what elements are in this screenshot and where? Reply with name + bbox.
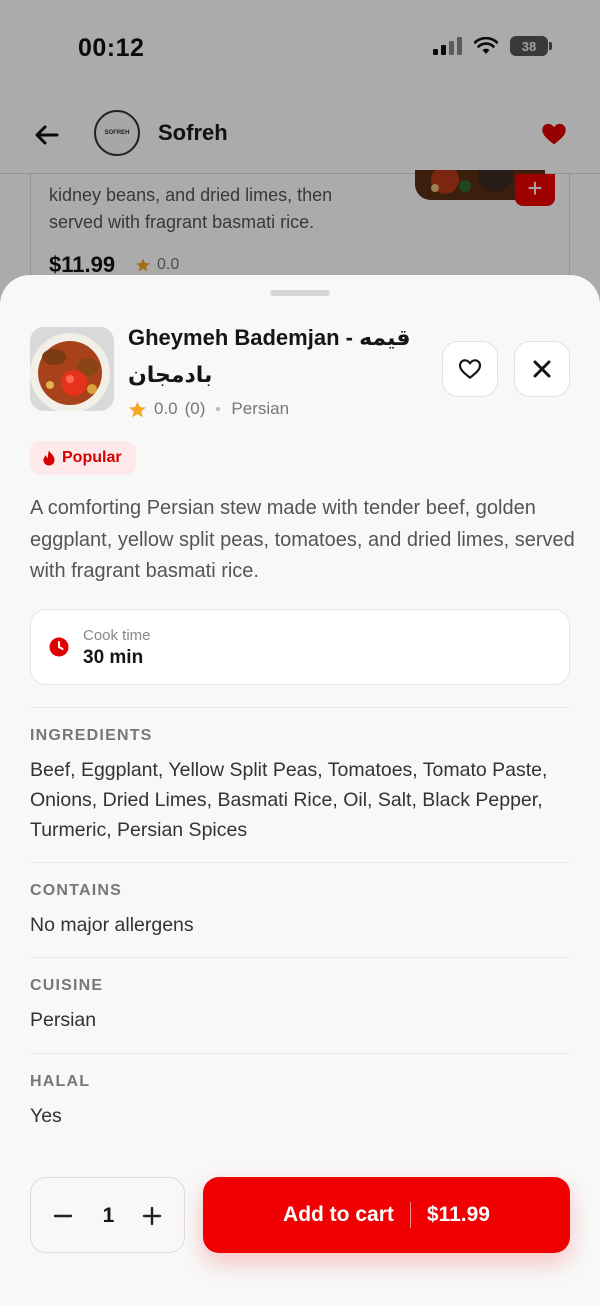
close-icon [533, 360, 551, 378]
flame-icon [43, 450, 55, 466]
sheet-drag-handle[interactable] [270, 290, 330, 296]
dish-description: A comforting Persian stew made with tend… [30, 497, 575, 582]
ingredients-label: INGREDIENTS [30, 727, 153, 744]
heart-icon [458, 359, 482, 379]
quantity-stepper: 1 [30, 1177, 185, 1253]
star-icon [129, 401, 146, 417]
ingredients-value: Beef, Eggplant, Yellow Split Peas, Tomat… [30, 759, 548, 841]
add-to-cart-button[interactable]: Add to cart $11.99 [203, 1177, 570, 1253]
dish-title: Gheymeh Bademjan - قیمه بادمجان [128, 325, 411, 387]
button-separator [409, 1202, 411, 1228]
rating-count: (0) [184, 399, 206, 418]
halal-value: Yes [30, 1105, 62, 1127]
close-button[interactable] [514, 341, 570, 397]
dish-image [30, 327, 114, 411]
cuisine-tag: Persian [231, 399, 290, 418]
cart-price: $11.99 [426, 1203, 490, 1226]
badge-label: Popular [62, 449, 122, 466]
divider [30, 1053, 570, 1054]
contains-label: CONTAINS [30, 882, 122, 899]
cuisine-value: Persian [30, 1009, 97, 1031]
popular-badge: Popular [30, 441, 136, 475]
dish-detail-sheet: Gheymeh Bademjan - قیمه بادمجان 0.0 (0) … [0, 275, 600, 1305]
cuisine-label: CUISINE [30, 977, 104, 994]
cook-time-value: 30 min [83, 647, 144, 668]
add-to-cart-label: Add to cart [283, 1203, 394, 1226]
divider [30, 862, 570, 863]
cook-time-label: Cook time [83, 627, 151, 644]
halal-label: HALAL [30, 1073, 91, 1090]
favorite-button[interactable] [442, 341, 498, 397]
divider [30, 957, 570, 958]
plus-icon[interactable] [138, 1202, 166, 1230]
divider [30, 707, 570, 708]
contains-value: No major allergens [30, 914, 194, 936]
clock-icon [49, 637, 69, 657]
rating-value: 0.0 [154, 399, 178, 418]
dish-meta: 0.0 (0) Persian [128, 399, 289, 419]
cook-time-card: Cook time 30 min [30, 609, 570, 685]
meta-separator-dot [216, 407, 221, 411]
